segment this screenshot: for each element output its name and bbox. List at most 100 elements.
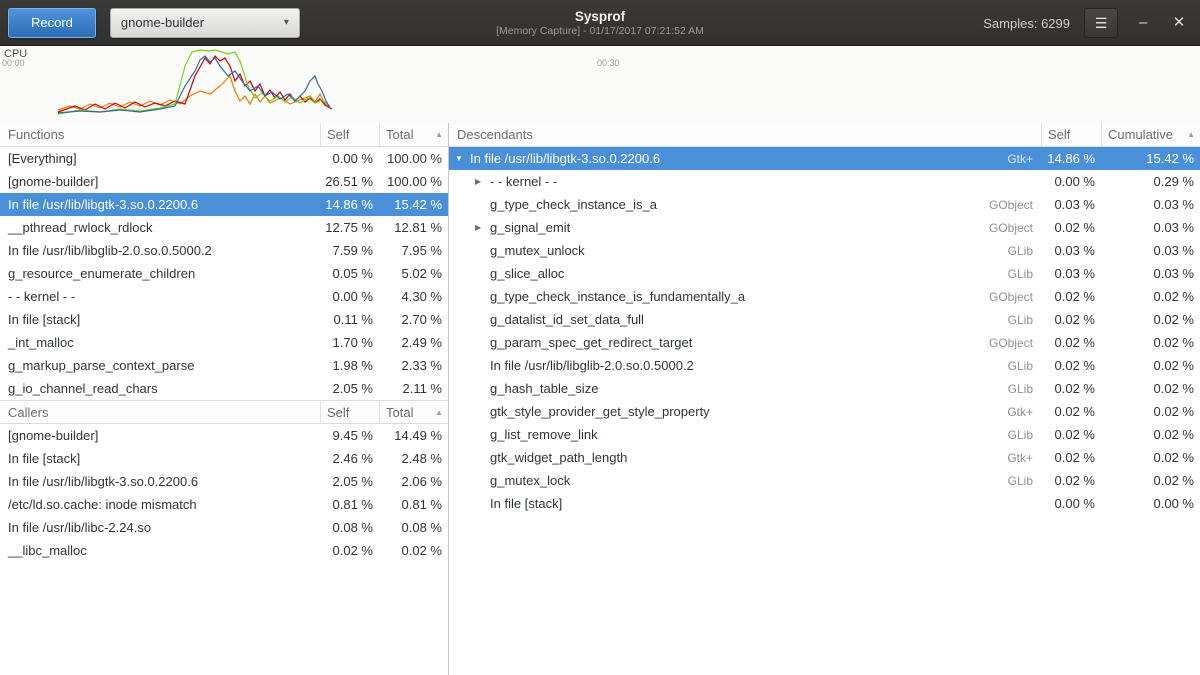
expander-closed-icon[interactable]: ▶ xyxy=(475,223,490,232)
cpu-timeline-graph[interactable]: CPU 00:00 00:30 xyxy=(0,46,1200,123)
table-row[interactable]: In file /usr/lib/libc-2.24.so0.08 %0.08 … xyxy=(0,516,448,539)
table-row[interactable]: In file /usr/lib/libgtk-3.so.0.2200.62.0… xyxy=(0,470,448,493)
tree-row[interactable]: g_hash_table_sizeGLib0.02 %0.02 % xyxy=(449,377,1200,400)
row-category-badge: GObject xyxy=(989,290,1041,304)
row-label-cell: g_type_check_instance_is_fundamentally_a… xyxy=(449,289,1041,304)
table-row[interactable]: /etc/ld.so.cache: inode mismatch0.81 %0.… xyxy=(0,493,448,516)
row-self-value: 1.98 % xyxy=(320,358,379,373)
row-label: [gnome-builder] xyxy=(0,428,320,443)
row-label-cell: ▶g_signal_emitGObject xyxy=(449,220,1041,235)
row-label: /etc/ld.so.cache: inode mismatch xyxy=(0,497,320,512)
table-row[interactable]: In file /usr/lib/libglib-2.0.so.0.5000.2… xyxy=(0,239,448,262)
sort-arrow-icon: ▲ xyxy=(1187,130,1195,139)
process-selector-dropdown[interactable]: gnome-builder ▾ xyxy=(110,8,300,38)
hamburger-menu-button[interactable]: ☰ xyxy=(1084,8,1118,38)
tree-row[interactable]: g_type_check_instance_is_fundamentally_a… xyxy=(449,285,1200,308)
callers-self-column-header[interactable]: Self xyxy=(320,401,379,423)
descendants-self-column-header[interactable]: Self xyxy=(1041,123,1101,146)
table-row[interactable]: - - kernel - -0.00 %4.30 % xyxy=(0,285,448,308)
row-category-badge: GObject xyxy=(989,336,1041,350)
process-selector-label: gnome-builder xyxy=(121,15,204,30)
row-total-value: 2.48 % xyxy=(379,451,448,466)
total-header-label: Total xyxy=(386,405,413,420)
row-self-value: 0.02 % xyxy=(1041,289,1101,304)
row-cumulative-value: 0.03 % xyxy=(1101,266,1200,281)
functions-total-column-header[interactable]: Total ▲ xyxy=(379,123,448,146)
row-self-value: 0.02 % xyxy=(1041,358,1101,373)
tree-row[interactable]: In file /usr/lib/libglib-2.0.so.0.5000.2… xyxy=(449,354,1200,377)
table-row[interactable]: [Everything]0.00 %100.00 % xyxy=(0,147,448,170)
chevron-down-icon: ▾ xyxy=(284,17,289,28)
row-label: - - kernel - - xyxy=(0,289,320,304)
tree-row[interactable]: ▶- - kernel - -0.00 %0.29 % xyxy=(449,170,1200,193)
row-label: In file /usr/lib/libgtk-3.so.0.2200.6 xyxy=(0,474,320,489)
descendants-column-header[interactable]: Descendants xyxy=(449,123,1041,146)
row-label: In file /usr/lib/libgtk-3.so.0.2200.6 xyxy=(470,151,1007,166)
tree-row[interactable]: g_param_spec_get_redirect_targetGObject0… xyxy=(449,331,1200,354)
self-header-label: Self xyxy=(1048,127,1070,142)
tree-row[interactable]: gtk_widget_path_lengthGtk+0.02 %0.02 % xyxy=(449,446,1200,469)
row-self-value: 0.02 % xyxy=(320,543,379,558)
row-self-value: 7.59 % xyxy=(320,243,379,258)
table-row[interactable]: __libc_malloc0.02 %0.02 % xyxy=(0,539,448,562)
tree-row[interactable]: In file [stack]0.00 %0.00 % xyxy=(449,492,1200,515)
tree-row[interactable]: g_datalist_id_set_data_fullGLib0.02 %0.0… xyxy=(449,308,1200,331)
row-label: g_mutex_lock xyxy=(490,473,1008,488)
sort-arrow-icon: ▲ xyxy=(435,130,443,139)
expander-open-icon[interactable]: ▼ xyxy=(455,154,470,163)
table-row[interactable]: _int_malloc1.70 %2.49 % xyxy=(0,331,448,354)
row-label: In file /usr/lib/libglib-2.0.so.0.5000.2 xyxy=(490,358,1008,373)
close-button[interactable]: ✕ xyxy=(1168,0,1190,46)
cumulative-header-label: Cumulative xyxy=(1108,127,1173,142)
tree-row[interactable]: ▶g_signal_emitGObject0.02 %0.03 % xyxy=(449,216,1200,239)
table-row[interactable]: __pthread_rwlock_rdlock12.75 %12.81 % xyxy=(0,216,448,239)
row-label-cell: g_datalist_id_set_data_fullGLib xyxy=(449,312,1041,327)
row-label: g_param_spec_get_redirect_target xyxy=(490,335,989,350)
table-row[interactable]: In file [stack]2.46 %2.48 % xyxy=(0,447,448,470)
functions-column-header[interactable]: Functions xyxy=(0,123,320,146)
row-label: g_slice_alloc xyxy=(490,266,1008,281)
table-row[interactable]: g_resource_enumerate_children0.05 %5.02 … xyxy=(0,262,448,285)
row-total-value: 5.02 % xyxy=(379,266,448,281)
tree-row[interactable]: ▼In file /usr/lib/libgtk-3.so.0.2200.6Gt… xyxy=(449,147,1200,170)
samples-count: Samples: 6299 xyxy=(983,16,1070,31)
row-total-value: 4.30 % xyxy=(379,289,448,304)
row-category-badge: GLib xyxy=(1008,313,1041,327)
row-label: In file [stack] xyxy=(490,496,1033,511)
tree-row[interactable]: g_list_remove_linkGLib0.02 %0.02 % xyxy=(449,423,1200,446)
row-category-badge: GLib xyxy=(1008,267,1041,281)
record-button[interactable]: Record xyxy=(8,8,96,38)
row-label: In file /usr/lib/libgtk-3.so.0.2200.6 xyxy=(0,197,320,212)
row-self-value: 0.03 % xyxy=(1041,266,1101,281)
row-label-cell: g_list_remove_linkGLib xyxy=(449,427,1041,442)
row-self-value: 1.70 % xyxy=(320,335,379,350)
cpu-green-line xyxy=(58,50,330,114)
expander-closed-icon[interactable]: ▶ xyxy=(475,177,490,186)
minimize-button[interactable]: – xyxy=(1132,0,1154,46)
functions-self-column-header[interactable]: Self xyxy=(320,123,379,146)
tree-row[interactable]: g_slice_allocGLib0.03 %0.03 % xyxy=(449,262,1200,285)
tree-row[interactable]: g_mutex_unlockGLib0.03 %0.03 % xyxy=(449,239,1200,262)
row-total-value: 2.70 % xyxy=(379,312,448,327)
row-label-cell: g_slice_allocGLib xyxy=(449,266,1041,281)
sort-arrow-icon: ▲ xyxy=(435,408,443,417)
table-row[interactable]: In file /usr/lib/libgtk-3.so.0.2200.614.… xyxy=(0,193,448,216)
row-self-value: 0.03 % xyxy=(1041,197,1101,212)
row-label: g_datalist_id_set_data_full xyxy=(490,312,1008,327)
callers-column-header[interactable]: Callers xyxy=(0,401,320,423)
cpu-orange-line xyxy=(58,76,330,110)
tree-row[interactable]: gtk_style_provider_get_style_propertyGtk… xyxy=(449,400,1200,423)
descendants-cumulative-column-header[interactable]: Cumulative ▲ xyxy=(1101,123,1200,146)
table-row[interactable]: [gnome-builder]26.51 %100.00 % xyxy=(0,170,448,193)
table-row[interactable]: g_io_channel_read_chars2.05 %2.11 % xyxy=(0,377,448,400)
row-self-value: 0.00 % xyxy=(320,289,379,304)
row-cumulative-value: 0.03 % xyxy=(1101,243,1200,258)
table-row[interactable]: g_markup_parse_context_parse1.98 %2.33 % xyxy=(0,354,448,377)
table-row[interactable]: [gnome-builder]9.45 %14.49 % xyxy=(0,424,448,447)
callers-total-column-header[interactable]: Total ▲ xyxy=(379,401,448,423)
table-row[interactable]: In file [stack]0.11 %2.70 % xyxy=(0,308,448,331)
row-total-value: 14.49 % xyxy=(379,428,448,443)
row-label: __libc_malloc xyxy=(0,543,320,558)
tree-row[interactable]: g_type_check_instance_is_aGObject0.03 %0… xyxy=(449,193,1200,216)
tree-row[interactable]: g_mutex_lockGLib0.02 %0.02 % xyxy=(449,469,1200,492)
